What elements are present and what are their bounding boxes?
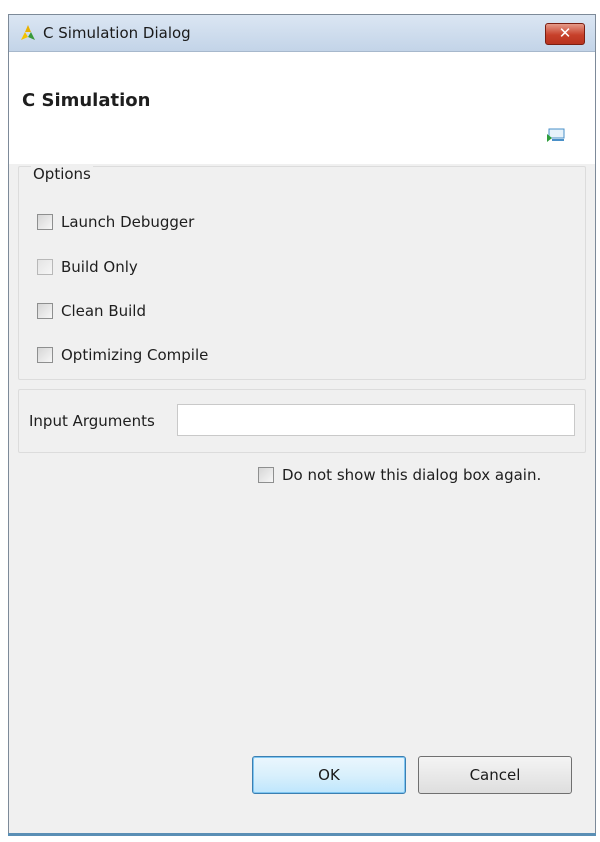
launch-debugger-label: Launch Debugger (61, 213, 195, 231)
optimizing-compile-option[interactable]: Optimizing Compile (37, 346, 208, 364)
dialog-header: C Simulation (9, 52, 595, 164)
title-bar[interactable]: C Simulation Dialog ✕ (9, 15, 595, 52)
launch-debugger-option[interactable]: Launch Debugger (37, 213, 194, 231)
dont-show-again-checkbox[interactable] (258, 467, 274, 483)
clean-build-option[interactable]: Clean Build (37, 302, 146, 320)
build-only-label: Build Only (61, 258, 138, 276)
build-only-checkbox[interactable] (37, 259, 53, 275)
dont-show-again-option[interactable]: Do not show this dialog box again. (258, 466, 541, 484)
clean-build-label: Clean Build (61, 302, 146, 320)
options-group: Options Launch Debugger Build Only Clean… (18, 165, 586, 380)
optimizing-compile-label: Optimizing Compile (61, 346, 209, 364)
app-logo-icon (21, 25, 35, 40)
close-icon: ✕ (558, 24, 572, 42)
options-group-label: Options (31, 165, 93, 183)
launch-debugger-checkbox[interactable] (37, 214, 53, 230)
input-arguments-label: Input Arguments (29, 412, 155, 430)
clean-build-checkbox[interactable] (37, 303, 53, 319)
input-arguments-field[interactable] (177, 404, 575, 436)
window-title: C Simulation Dialog (43, 24, 191, 42)
input-arguments-group: Input Arguments (18, 389, 586, 453)
dont-show-again-label: Do not show this dialog box again. (282, 466, 542, 484)
optimizing-compile-checkbox[interactable] (37, 347, 53, 363)
ok-button[interactable]: OK (252, 756, 406, 794)
dialog-banner-icon (547, 128, 565, 142)
close-button[interactable]: ✕ (545, 23, 585, 45)
build-only-option[interactable]: Build Only (37, 258, 138, 276)
cancel-button[interactable]: Cancel (418, 756, 572, 794)
page-title: C Simulation (22, 90, 151, 111)
